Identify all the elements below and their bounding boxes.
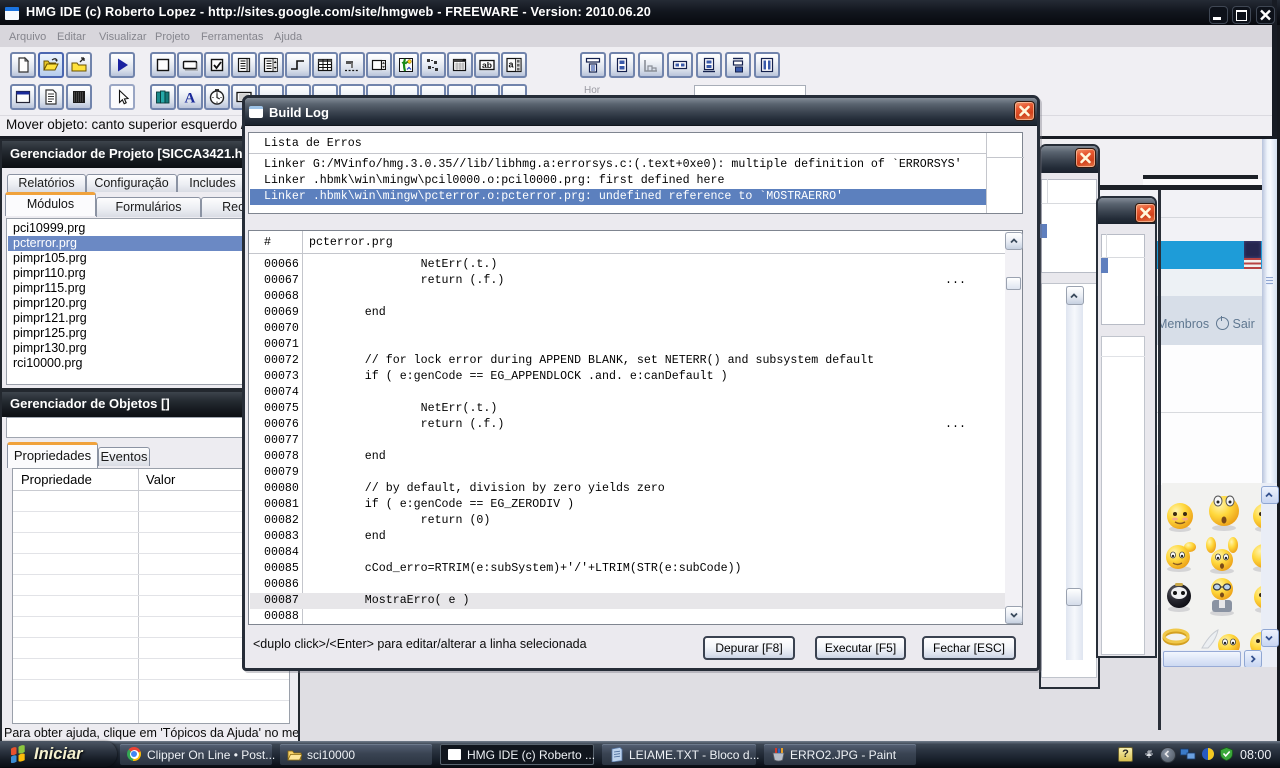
svg-text:A: A [185, 91, 196, 107]
svg-text:ab: ab [482, 60, 492, 70]
